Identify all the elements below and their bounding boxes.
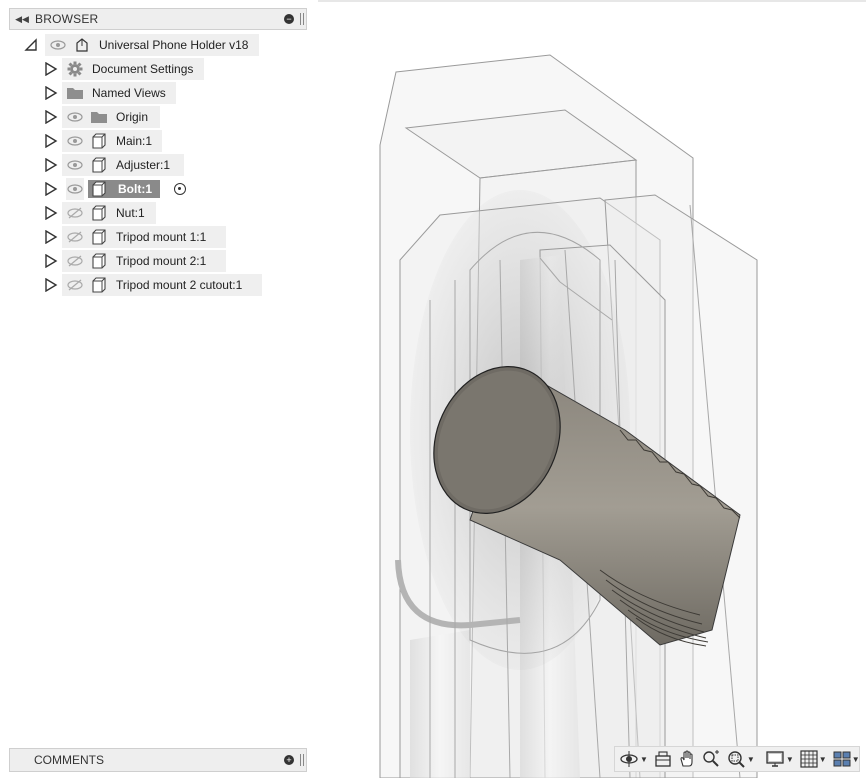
- panel-grip-icon[interactable]: [300, 13, 304, 25]
- panel-minus-icon[interactable]: −: [284, 14, 294, 24]
- hidden-eye-icon[interactable]: [66, 230, 84, 244]
- visibility-eye-icon[interactable]: [49, 38, 67, 52]
- hidden-eye-icon[interactable]: [66, 254, 84, 268]
- expander-icon[interactable]: [44, 82, 58, 104]
- expander-icon[interactable]: [44, 58, 58, 80]
- tree-item-named-views[interactable]: Named Views: [62, 82, 176, 104]
- tree-item-bolt[interactable]: Bolt:1: [62, 178, 186, 200]
- tree-item-origin[interactable]: Origin: [62, 106, 160, 128]
- tree-item-document-settings[interactable]: Document Settings: [62, 58, 204, 80]
- browser-panel-header: ◀◀ BROWSER −: [9, 8, 307, 30]
- comments-panel[interactable]: COMMENTS +: [9, 748, 307, 772]
- folder-icon: [90, 109, 108, 125]
- collapse-panel-icon[interactable]: ◀◀: [13, 14, 31, 25]
- add-comment-icon[interactable]: +: [284, 755, 294, 765]
- tree-item-nut[interactable]: Nut:1: [62, 202, 156, 224]
- tree-item-label: Main:1: [116, 134, 153, 148]
- visibility-eye-icon[interactable]: [66, 110, 84, 124]
- tree-item-label: Origin: [116, 110, 149, 124]
- gear-icon: [66, 61, 84, 77]
- tree-item-tripod-mount-1[interactable]: Tripod mount 1:1: [62, 226, 226, 248]
- panel-grip-icon[interactable]: [300, 754, 304, 766]
- look-at-icon[interactable]: [654, 749, 672, 769]
- component-icon: [90, 133, 108, 149]
- tree-item-label: Named Views: [92, 86, 166, 100]
- orbit-icon[interactable]: ▼: [619, 749, 648, 769]
- component-icon: [90, 253, 108, 269]
- expander-icon[interactable]: [44, 274, 58, 296]
- root-expander-icon[interactable]: [24, 34, 38, 56]
- expander-icon[interactable]: [44, 178, 58, 200]
- hidden-eye-icon[interactable]: [66, 206, 84, 220]
- expander-icon[interactable]: [44, 202, 58, 224]
- tree-item-label: Tripod mount 2:1: [116, 254, 207, 268]
- zoom-icon[interactable]: [702, 749, 720, 769]
- expander-icon[interactable]: [44, 154, 58, 176]
- component-icon: [88, 180, 110, 198]
- expander-icon[interactable]: [44, 226, 58, 248]
- grid-settings-icon[interactable]: ▼: [800, 749, 827, 769]
- display-settings-icon[interactable]: ▼: [765, 749, 794, 769]
- tree-item-label: Nut:1: [116, 206, 145, 220]
- tree-item-adjuster[interactable]: Adjuster:1: [62, 154, 184, 176]
- component-icon: [90, 205, 108, 221]
- tree-item-label: Document Settings: [92, 62, 194, 76]
- tree-item-label: Tripod mount 2 cutout:1: [116, 278, 243, 292]
- folder-icon: [66, 85, 84, 101]
- comments-title: COMMENTS: [34, 753, 104, 767]
- navigation-toolbar: ▼ ▼ ▼ ▼ ▼: [614, 746, 860, 772]
- expander-icon[interactable]: [44, 250, 58, 272]
- hidden-eye-icon[interactable]: [66, 278, 84, 292]
- tree-root[interactable]: Universal Phone Holder v18: [45, 34, 259, 56]
- tree-item-label: Adjuster:1: [116, 158, 171, 172]
- tree-item-label: Tripod mount 1:1: [116, 230, 207, 244]
- expander-icon[interactable]: [44, 130, 58, 152]
- visibility-eye-icon[interactable]: [66, 134, 84, 148]
- component-icon: [90, 229, 108, 245]
- zoom-window-icon[interactable]: ▼: [726, 749, 755, 769]
- component-icon: [90, 277, 108, 293]
- visibility-eye-icon[interactable]: [66, 158, 84, 172]
- tree-item-tripod-mount-2-cutout[interactable]: Tripod mount 2 cutout:1: [62, 274, 262, 296]
- tree-item-label: Bolt:1: [110, 180, 160, 198]
- root-label: Universal Phone Holder v18: [99, 38, 249, 52]
- tree-item-main[interactable]: Main:1: [62, 130, 162, 152]
- viewports-icon[interactable]: ▼: [833, 749, 860, 769]
- tree-item-tripod-mount-2[interactable]: Tripod mount 2:1: [62, 250, 226, 272]
- visibility-eye-icon[interactable]: [66, 178, 84, 200]
- browser-title: BROWSER: [35, 12, 99, 26]
- assembly-icon: [73, 37, 91, 53]
- component-icon: [90, 157, 108, 173]
- pan-icon[interactable]: [678, 749, 696, 769]
- activate-component-icon[interactable]: [174, 183, 186, 195]
- expander-icon[interactable]: [44, 106, 58, 128]
